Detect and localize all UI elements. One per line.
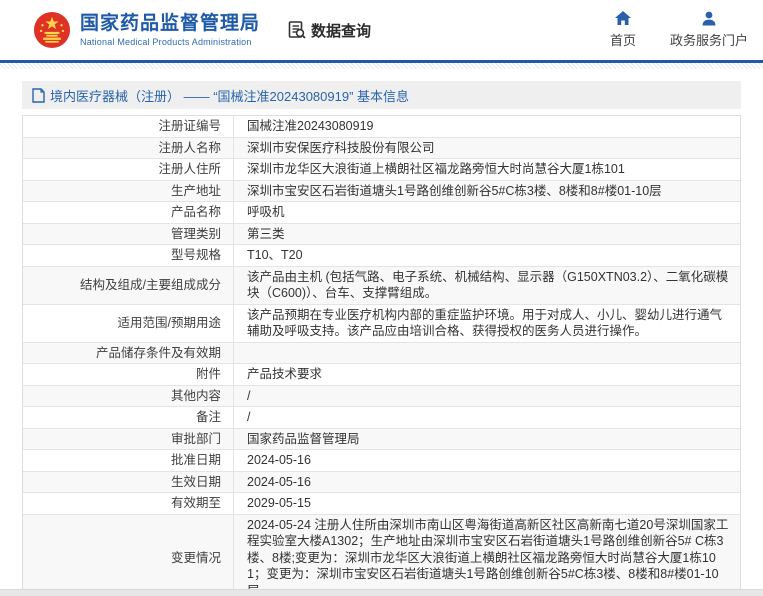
site-header: 国家药品监督管理局 National Medical Products Admi… (0, 0, 763, 63)
data-query-button[interactable]: 数据查询 (287, 20, 371, 41)
row-label: 结构及组成/主要组成成分 (23, 267, 234, 304)
table-row: 有效期至2029-05-15 (23, 492, 740, 514)
row-label: 生效日期 (23, 472, 234, 493)
row-value: 深圳市安保医疗科技股份有限公司 (234, 138, 740, 159)
nav-home[interactable]: 首页 (606, 11, 640, 49)
table-row: 注册证编号国械注准20243080919 (23, 116, 740, 137)
row-label: 生产地址 (23, 181, 234, 202)
nav-gov-portal[interactable]: 政务服务门户 (670, 11, 748, 49)
document-icon (32, 88, 45, 103)
table-row: 适用范围/预期用途该产品预期在专业医疗机构内部的重症监护环境。用于对成人、小儿、… (23, 304, 740, 342)
breadcrumb: 境内医疗器械（注册） —— “国械注准20243080919” 基本信息 (22, 81, 741, 109)
breadcrumb-text: 境内医疗器械（注册） —— “国械注准20243080919” 基本信息 (50, 86, 409, 105)
row-label: 产品名称 (23, 202, 234, 223)
row-label: 批准日期 (23, 450, 234, 471)
row-value: T10、T20 (234, 245, 740, 266)
table-row: 注册人名称深圳市安保医疗科技股份有限公司 (23, 137, 740, 159)
info-table: 注册证编号国械注准20243080919注册人名称深圳市安保医疗科技股份有限公司… (22, 115, 741, 596)
row-value: 第三类 (234, 224, 740, 245)
data-query-label: 数据查询 (311, 20, 371, 41)
row-value: 2024-05-16 (234, 450, 740, 471)
table-row: 变更情况2024-05-24 注册人住所由深圳市南山区粤海街道高新区社区高新南七… (23, 514, 740, 596)
table-row: 产品名称呼吸机 (23, 201, 740, 223)
table-row: 备注/ (23, 406, 740, 428)
row-value: 国家药品监督管理局 (234, 429, 740, 450)
table-row: 批准日期2024-05-16 (23, 449, 740, 471)
table-row: 结构及组成/主要组成成分该产品由主机 (包括气路、电子系统、机械结构、显示器（G… (23, 266, 740, 304)
row-value: 该产品预期在专业医疗机构内部的重症监护环境。用于对成人、小儿、婴幼儿进行通气辅助… (234, 305, 740, 342)
table-row: 生效日期2024-05-16 (23, 471, 740, 493)
row-label: 适用范围/预期用途 (23, 305, 234, 342)
row-value: / (234, 386, 740, 407)
table-row: 注册人住所深圳市龙华区大浪街道上横朗社区福龙路旁恒大时尚慧谷大厦1栋101 (23, 158, 740, 180)
table-row: 生产地址深圳市宝安区石岩街道塘头1号路创维创新谷5#C栋3楼、8楼和8#楼01-… (23, 180, 740, 202)
row-value: 深圳市宝安区石岩街道塘头1号路创维创新谷5#C栋3楼、8楼和8#楼01-10层 (234, 181, 740, 202)
row-label: 备注 (23, 407, 234, 428)
table-row: 管理类别第三类 (23, 223, 740, 245)
row-value: / (234, 407, 740, 428)
nav-home-label: 首页 (610, 30, 636, 49)
org-name-en: National Medical Products Administration (80, 37, 260, 47)
row-label: 型号规格 (23, 245, 234, 266)
national-emblem-icon (33, 11, 71, 49)
header-nav: 首页 政务服务门户 (606, 11, 748, 49)
row-label: 有效期至 (23, 493, 234, 514)
row-label: 附件 (23, 364, 234, 385)
row-value (234, 343, 740, 364)
doc-search-icon (287, 20, 307, 40)
table-row: 审批部门国家药品监督管理局 (23, 428, 740, 450)
row-value: 2024-05-16 (234, 472, 740, 493)
row-value: 2029-05-15 (234, 493, 740, 514)
row-label: 其他内容 (23, 386, 234, 407)
row-value: 国械注准20243080919 (234, 116, 740, 137)
org-name-cn: 国家药品监督管理局 (80, 13, 260, 35)
row-label: 注册证编号 (23, 116, 234, 137)
row-label: 产品储存条件及有效期 (23, 343, 234, 364)
home-icon (615, 11, 631, 26)
site-logo[interactable]: 国家药品监督管理局 National Medical Products Admi… (33, 11, 260, 49)
table-row: 其他内容/ (23, 385, 740, 407)
row-label: 审批部门 (23, 429, 234, 450)
row-value: 该产品由主机 (包括气路、电子系统、机械结构、显示器（G150XTN03.2）、… (234, 267, 740, 304)
row-value: 产品技术要求 (234, 364, 740, 385)
row-label: 变更情况 (23, 515, 234, 596)
row-value: 呼吸机 (234, 202, 740, 223)
page-footer-strip (0, 589, 763, 596)
user-icon (701, 11, 717, 26)
table-row: 附件产品技术要求 (23, 363, 740, 385)
table-row: 型号规格T10、T20 (23, 244, 740, 266)
table-row: 产品储存条件及有效期 (23, 342, 740, 364)
row-label: 注册人名称 (23, 138, 234, 159)
nav-gov-portal-label: 政务服务门户 (670, 30, 748, 49)
row-value: 2024-05-24 注册人住所由深圳市南山区粤海街道高新区社区高新南七道20号… (234, 515, 740, 596)
brand-text: 国家药品监督管理局 National Medical Products Admi… (80, 13, 260, 47)
header-hatch-divider (0, 63, 763, 69)
row-label: 注册人住所 (23, 159, 234, 180)
row-value: 深圳市龙华区大浪街道上横朗社区福龙路旁恒大时尚慧谷大厦1栋101 (234, 159, 740, 180)
row-label: 管理类别 (23, 224, 234, 245)
